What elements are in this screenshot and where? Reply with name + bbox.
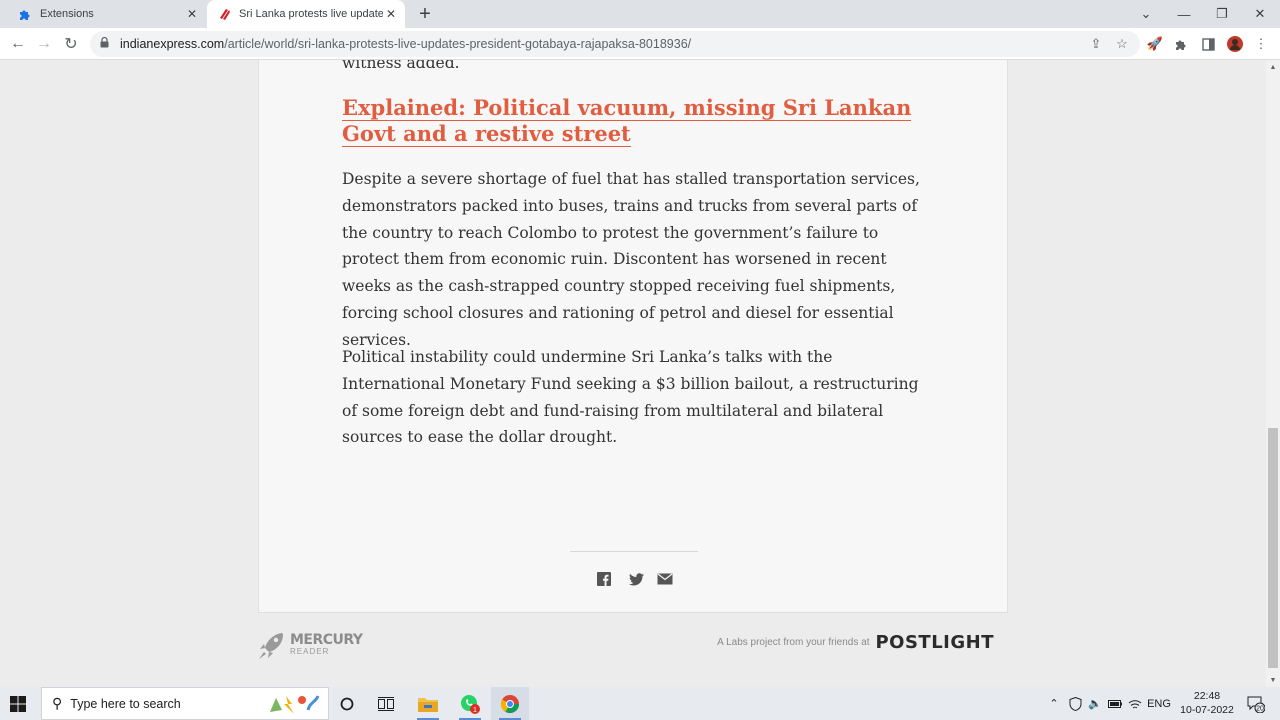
extensions-puzzle-icon[interactable] xyxy=(1173,36,1189,52)
search-highlight-icon[interactable] xyxy=(266,692,322,719)
article-paragraph: Political instability could undermine Sr… xyxy=(342,348,919,447)
volume-icon[interactable]: 🔈 xyxy=(1086,687,1104,720)
tab-title: Extensions xyxy=(40,8,94,20)
bookmark-star-icon[interactable]: ☆ xyxy=(1114,36,1130,52)
labs-text: A Labs project from your friends at xyxy=(717,637,870,648)
scroll-up-arrow-icon[interactable]: ▲ xyxy=(1266,60,1280,74)
side-panel-icon[interactable] xyxy=(1200,36,1216,52)
postlight-logo[interactable]: POSTLIGHT xyxy=(875,632,994,653)
back-button[interactable]: ← xyxy=(6,32,30,56)
close-tab-icon[interactable]: ✕ xyxy=(383,6,399,22)
scroll-down-arrow-icon[interactable]: ▼ xyxy=(1266,673,1280,687)
cortana-icon[interactable] xyxy=(328,687,366,720)
reload-button[interactable]: ↻ xyxy=(59,32,83,56)
url-domain: indianexpress.com xyxy=(120,37,225,51)
language-indicator[interactable]: ENG xyxy=(1146,687,1172,720)
mercury-reader-logo[interactable]: MERCURY READER xyxy=(258,630,363,662)
search-icon: ⚲ xyxy=(52,695,63,711)
lock-icon[interactable] xyxy=(100,36,112,51)
scroll-thumb[interactable] xyxy=(1268,428,1278,668)
tab-extensions[interactable]: Extensions ✕ xyxy=(8,0,206,28)
task-view-icon[interactable] xyxy=(367,687,405,720)
article-card: witness added. Explained: Political vacu… xyxy=(258,60,1008,613)
rocket-extension-icon[interactable]: 🚀 xyxy=(1147,36,1163,52)
twitter-icon[interactable] xyxy=(627,570,645,588)
related-headline-link[interactable]: Explained: Political vacuum, missing Sri… xyxy=(342,95,922,147)
search-placeholder: Type here to search xyxy=(70,696,181,711)
whatsapp-badge-count: 1 xyxy=(473,707,477,714)
tab-search-icon[interactable]: ⌄ xyxy=(1127,0,1165,28)
tab-article[interactable]: Sri Lanka protests live updates: C ✕ xyxy=(207,0,405,28)
defender-shield-icon[interactable] xyxy=(1066,687,1084,720)
chrome-icon[interactable] xyxy=(491,687,529,720)
notification-count: 20 xyxy=(1256,705,1264,712)
close-window-button[interactable]: ✕ xyxy=(1241,0,1279,28)
puzzle-icon xyxy=(18,7,32,21)
share-icon[interactable]: ⇪ xyxy=(1088,36,1104,52)
article-paragraph: Despite a severe shortage of fuel that h… xyxy=(342,170,920,349)
close-tab-icon[interactable]: ✕ xyxy=(184,6,200,22)
file-explorer-icon[interactable] xyxy=(409,687,447,720)
email-icon[interactable] xyxy=(656,570,674,588)
browser-toolbar: ← → ↻ indianexpress.com/article/world/sr… xyxy=(0,28,1280,60)
clock-time: 22:48 xyxy=(1193,690,1221,702)
notification-center-icon[interactable]: 20 xyxy=(1244,687,1268,720)
profile-avatar[interactable] xyxy=(1227,36,1243,52)
url-path: /article/world/sri-lanka-protests-live-u… xyxy=(224,37,692,51)
share-divider xyxy=(570,551,698,552)
wifi-icon[interactable] xyxy=(1126,687,1144,720)
browser-tab-bar: Extensions ✕ Sri Lanka protests live upd… xyxy=(0,0,1280,28)
paragraph-tail: witness added. xyxy=(342,60,460,72)
restore-button[interactable]: ❐ xyxy=(1203,0,1241,28)
page-viewport: witness added. Explained: Political vacu… xyxy=(0,60,1266,687)
tab-title: Sri Lanka protests live updates: C xyxy=(239,8,383,20)
indianexpress-icon xyxy=(217,7,231,21)
address-bar[interactable]: indianexpress.com/article/world/sri-lank… xyxy=(90,31,1140,57)
show-hidden-icons-icon[interactable]: ⌃ xyxy=(1046,687,1062,720)
rocket-logo-icon xyxy=(259,633,283,659)
new-tab-button[interactable]: + xyxy=(414,3,436,25)
facebook-icon[interactable] xyxy=(595,570,613,588)
browser-menu-icon[interactable]: ⋮ xyxy=(1253,36,1269,52)
windows-taskbar: ⚲ Type here to search 1 ⌃ 🔈 ENG 22:48 10… xyxy=(0,687,1280,720)
mercury-name: MERCURY xyxy=(290,632,363,648)
clock-date: 10-07-2022 xyxy=(1180,704,1234,716)
headline-text[interactable]: Explained: Political vacuum, missing Sri… xyxy=(342,95,912,147)
battery-icon[interactable] xyxy=(1106,687,1124,720)
page-scrollbar[interactable]: ▲ ▼ xyxy=(1266,60,1280,687)
taskbar-search-input[interactable]: ⚲ Type here to search xyxy=(41,687,329,720)
windows-start-icon[interactable] xyxy=(10,696,26,712)
minimize-button[interactable]: — xyxy=(1165,0,1203,28)
postlight-credit[interactable]: A Labs project from your friends at POST… xyxy=(717,632,994,653)
whatsapp-icon[interactable]: 1 xyxy=(451,687,489,720)
forward-button[interactable]: → xyxy=(32,32,56,56)
taskbar-clock[interactable]: 22:48 10-07-2022 xyxy=(1172,689,1242,717)
